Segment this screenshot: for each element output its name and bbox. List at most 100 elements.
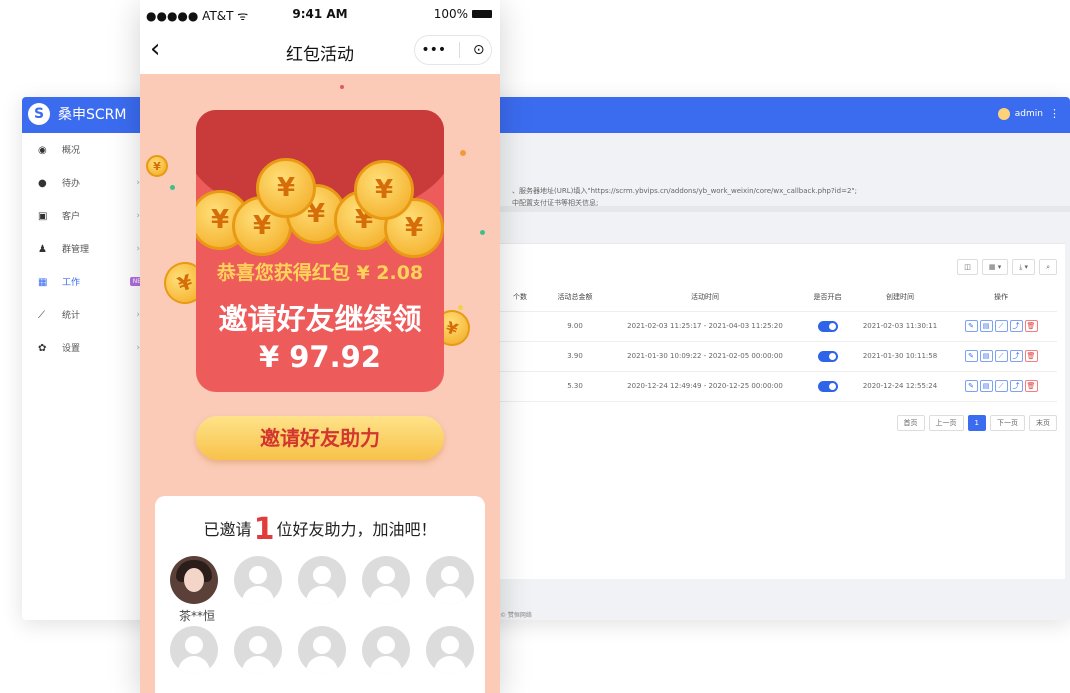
created-cell: 2020-12-24 12:55:24 [855, 371, 945, 402]
enabled-toggle[interactable] [817, 350, 838, 362]
detail-icon[interactable]: ▤ [979, 380, 993, 392]
actions-cell: ✎ ▤ ⟋ ⤴ 🗑 [945, 341, 1057, 372]
capsule-divider [459, 42, 461, 58]
actions-cell: ✎ ▤ ⟋ ⤴ 🗑 [945, 371, 1057, 402]
coin-pile: ¥ ¥ ¥ ¥ ¥ ¥ ¥ [196, 150, 444, 270]
remaining-amount: ¥ 97.92 [258, 340, 381, 374]
edit-icon[interactable]: ✎ [964, 320, 978, 332]
empty-avatar-icon [298, 556, 346, 604]
enabled-cell [800, 371, 855, 402]
table-toolbar: ◫ ▦ ▾ ⤓ ▾ ⌕ [957, 259, 1057, 275]
row-actions: ✎ ▤ ⟋ ⤴ 🗑 [964, 350, 1038, 362]
group-icon: ♟ [38, 243, 47, 255]
phone-mockup: ●●●●● AT&T ᯤ 9:41 AM 100% ‹ 红包活动 ••• ⊙ ¥… [140, 0, 500, 693]
sidebar-item-label: 群管理 [62, 245, 90, 255]
edit-icon[interactable]: ✎ [964, 380, 978, 392]
delete-icon[interactable]: 🗑 [1024, 380, 1038, 392]
detail-icon[interactable]: ▤ [979, 350, 993, 362]
invite-progress-card: 已邀请1 位好友助力，加油吧！ 茶**恒 [155, 496, 485, 693]
sidebar-item[interactable]: ♟ 群管理 › [22, 232, 140, 265]
panel-divider [500, 243, 1065, 244]
confetti-dot [460, 150, 466, 156]
sidebar-item[interactable]: ✿ 设置 › [22, 331, 140, 364]
battery-percent: 100% [433, 7, 468, 21]
sidebar-item[interactable]: ▦工作NEW [22, 265, 150, 298]
link-icon[interactable]: ⤴ [1009, 380, 1023, 392]
delete-icon[interactable]: 🗑 [1024, 350, 1038, 362]
edit-icon[interactable]: ✎ [964, 350, 978, 362]
period-cell: 2021-02-03 11:25:17 - 2021-04-03 11:25:2… [610, 311, 800, 342]
confetti-dot [480, 230, 485, 235]
count-cell [500, 311, 540, 342]
user-avatar [997, 107, 1010, 120]
amount-cell: 5.30 [540, 371, 610, 402]
friend-name: 茶**恒 [179, 609, 216, 623]
friend-avatar [170, 556, 218, 604]
sidebar-item-label: 统计 [62, 311, 81, 321]
empty-avatar-icon [362, 556, 410, 604]
stats-icon[interactable]: ⟋ [994, 350, 1008, 362]
activity-table: 个数 活动总金额 活动时间 是否开启 创建时间 操作 9.00 2021-02-0… [500, 283, 1057, 402]
settings-icon: ✿ [38, 342, 47, 354]
page-1-button[interactable]: 1 [967, 415, 986, 431]
sidebar-item-label: 待办 [62, 179, 81, 189]
confetti-dot [170, 185, 175, 190]
row-actions: ✎ ▤ ⟋ ⤴ 🗑 [964, 380, 1038, 392]
enabled-cell [800, 341, 855, 372]
next-page-button[interactable]: 下一页 [990, 415, 1025, 431]
delete-icon[interactable]: 🗑 [1024, 320, 1038, 332]
empty-avatar-icon [234, 556, 282, 604]
more-icon[interactable]: ⋮ [1049, 107, 1060, 120]
battery-status: 100% [434, 7, 492, 21]
empty-avatar-icon [426, 556, 474, 604]
enabled-toggle[interactable] [817, 320, 838, 332]
empty-avatar-icon [234, 626, 282, 674]
more-options-icon[interactable]: ••• [421, 42, 446, 58]
col-created: 创建时间 [855, 283, 945, 312]
stats-icon[interactable]: ⟋ [994, 320, 1008, 332]
last-page-button[interactable]: 末页 [1029, 415, 1057, 431]
brand[interactable]: S 桑申SCRM [28, 103, 126, 125]
detail-icon[interactable]: ▤ [979, 320, 993, 332]
search-button[interactable]: ⌕ [1039, 259, 1057, 275]
row-actions: ✎ ▤ ⟋ ⤴ 🗑 [964, 320, 1038, 332]
columns-toggle-button[interactable]: ◫ [957, 259, 978, 275]
link-icon[interactable]: ⤴ [1009, 350, 1023, 362]
confetti-dot [340, 85, 344, 89]
filter-columns-button[interactable]: ▦ ▾ [981, 259, 1009, 275]
count-cell [500, 341, 540, 372]
footer-copyright: © 赞恒网络 [500, 612, 532, 619]
col-actions: 操作 [945, 283, 1057, 312]
prev-page-button[interactable]: 上一页 [928, 415, 964, 431]
enabled-toggle[interactable] [817, 380, 838, 392]
table-header-row: 个数 活动总金额 活动时间 是否开启 创建时间 操作 [500, 283, 1057, 312]
sidebar-item[interactable]: ⟋ 统计 › [22, 298, 140, 331]
sidebar-item[interactable]: ◉ 概况 [22, 133, 140, 166]
work-icon: ▦ [38, 276, 48, 288]
brand-name: 桑申SCRM [58, 107, 127, 123]
sidebar-item[interactable]: ▣ 客户 › [22, 199, 140, 232]
amount-cell: 3.90 [540, 341, 610, 372]
pagination: 首页 上一页 1 下一页 末页 [896, 415, 1057, 431]
first-page-button[interactable]: 首页 [896, 415, 925, 431]
empty-avatar-icon [170, 626, 218, 674]
invite-count: 1 [253, 512, 275, 547]
created-cell: 2021-01-30 10:11:58 [855, 341, 945, 372]
invite-help-button[interactable]: 邀请好友助力 [196, 416, 444, 460]
export-button[interactable]: ⤓ ▾ [1012, 259, 1036, 275]
coin-icon: ¥ [146, 155, 168, 177]
sidebar-item-label: 设置 [62, 344, 81, 354]
coin-icon: ¥ [256, 158, 316, 218]
activity-table-panel: ◫ ▦ ▾ ⤓ ▾ ⌕ 个数 活动总金额 活动时间 是否开启 创建时间 操作 9… [500, 243, 1065, 579]
nav-bar: ‹ 红包活动 ••• ⊙ [140, 28, 500, 74]
link-icon[interactable]: ⤴ [1009, 320, 1023, 332]
stats-icon[interactable]: ⟋ [994, 380, 1008, 392]
sidebar-item[interactable]: ● 待办 › [22, 166, 140, 199]
user-menu[interactable]: admin ⋮ [997, 107, 1060, 120]
period-cell: 2021-01-30 10:09:22 - 2021-02-05 00:00:0… [610, 341, 800, 372]
mini-program-capsule: ••• ⊙ [414, 35, 492, 65]
close-program-icon[interactable]: ⊙ [473, 42, 485, 58]
enabled-cell [800, 311, 855, 342]
invite-headline: 邀请好友继续领 [218, 302, 422, 336]
table-row: 9.00 2021-02-03 11:25:17 - 2021-04-03 11:… [500, 311, 1057, 342]
